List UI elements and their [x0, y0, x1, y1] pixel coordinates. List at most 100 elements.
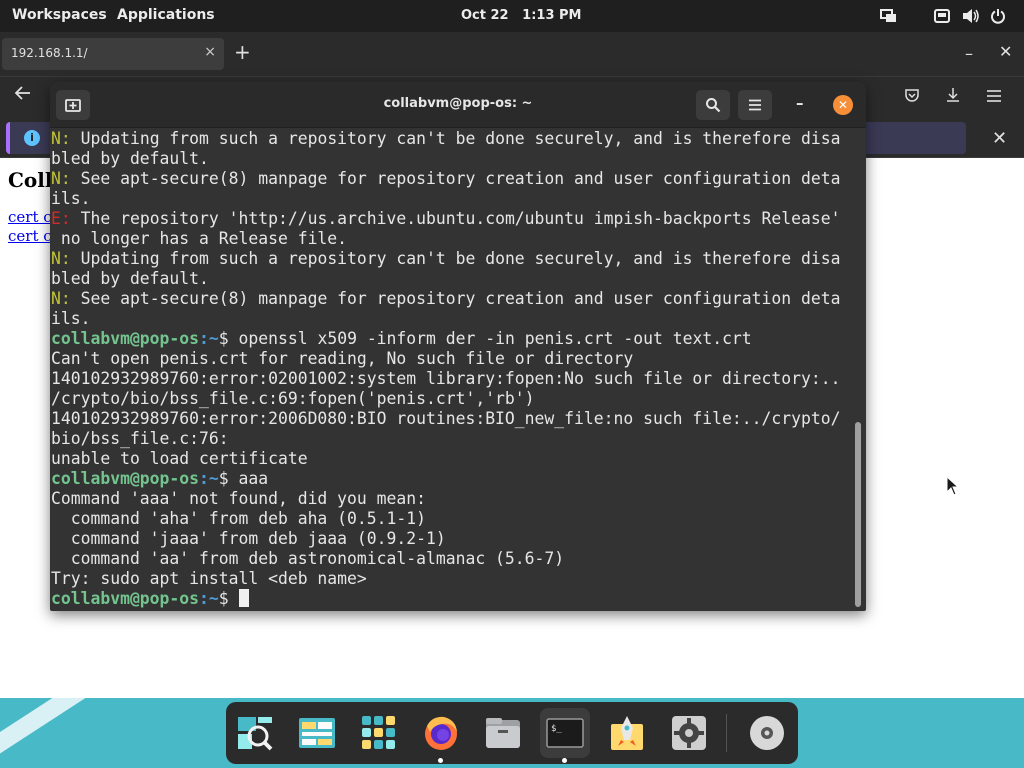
- line-text: unable to load certificate: [51, 449, 308, 468]
- display-icon[interactable]: [880, 8, 896, 24]
- text-cursor: [238, 589, 249, 607]
- cert-link-1[interactable]: cert c: [8, 208, 52, 226]
- search-icon[interactable]: [696, 90, 730, 120]
- line-text: 140102932989760:error:02001002:system li…: [51, 369, 841, 388]
- terminal-line: bled by default.: [51, 269, 851, 289]
- line-text: bled by default.: [51, 149, 209, 168]
- terminal-line: bio/bss_file.c:76:: [51, 429, 851, 449]
- cert-link-2[interactable]: cert c: [8, 227, 52, 245]
- svg-text:$_: $_: [551, 724, 562, 734]
- line-prefix: N:: [51, 169, 71, 188]
- line-text: bled by default.: [51, 269, 209, 288]
- line-text: See apt-secure(8) manpage for repository…: [70, 289, 841, 308]
- toolbar-icons: [894, 87, 1012, 107]
- line-text: ils.: [51, 309, 91, 328]
- files-app-icon[interactable]: [292, 708, 342, 758]
- date-label: Oct 22: [461, 8, 509, 23]
- terminal-window[interactable]: collabvm@pop-os: ~ – ✕ N: Updating from …: [50, 82, 866, 611]
- terminal-line: unable to load certificate: [51, 449, 851, 469]
- minimize-icon[interactable]: –: [796, 94, 804, 112]
- info-icon: i: [24, 130, 40, 146]
- disc-icon[interactable]: [742, 708, 792, 758]
- clock[interactable]: Oct 22 1:13 PM: [461, 8, 582, 23]
- applications-button[interactable]: Applications: [117, 7, 215, 23]
- mouse-pointer-icon: [946, 475, 960, 500]
- new-tab-button[interactable]: +: [234, 40, 251, 64]
- tab-title: 192.168.1.1/: [11, 46, 88, 60]
- line-text: Command 'aaa' not found, did you mean:: [51, 489, 426, 508]
- notification-close-icon[interactable]: ✕: [992, 128, 1007, 149]
- browser-close-button[interactable]: ✕: [999, 42, 1012, 61]
- tab-close-icon[interactable]: ×: [204, 44, 216, 60]
- terminal-line: collabvm@pop-os:~$: [51, 589, 851, 609]
- workspaces-button[interactable]: Workspaces: [12, 7, 107, 23]
- prompt-symbol: $: [218, 589, 239, 608]
- terminal-line: N: Updating from such a repository can't…: [51, 249, 851, 269]
- prompt-path: :~: [199, 589, 219, 608]
- line-text: Updating from such a repository can't be…: [70, 129, 841, 148]
- line-text: Try: sudo apt install <deb name>: [51, 569, 367, 588]
- prompt-path: :~: [199, 329, 219, 348]
- running-indicator: [562, 758, 567, 763]
- terminal-line: collabvm@pop-os:~$ aaa: [51, 469, 851, 489]
- command-text: aaa: [238, 469, 269, 488]
- dock: $_: [226, 702, 798, 764]
- terminal-line: N: Updating from such a repository can't…: [51, 129, 851, 149]
- firefox-icon[interactable]: [416, 708, 466, 763]
- line-prefix: N:: [51, 249, 71, 268]
- download-icon[interactable]: [935, 87, 971, 107]
- line-text: /crypto/bio/bss_file.c:69:fopen('penis.c…: [51, 389, 535, 408]
- terminal-scrollbar[interactable]: [855, 422, 861, 607]
- terminal-line: N: See apt-secure(8) manpage for reposit…: [51, 289, 851, 309]
- line-prefix: E:: [51, 209, 71, 228]
- terminal-line: Try: sudo apt install <deb name>: [51, 569, 851, 589]
- line-text: The repository 'http://us.archive.ubuntu…: [70, 209, 841, 228]
- terminal-header-bar[interactable]: collabvm@pop-os: ~ – ✕: [50, 82, 866, 128]
- back-arrow-icon[interactable]: [14, 85, 32, 106]
- terminal-output[interactable]: N: Updating from such a repository can't…: [51, 129, 851, 609]
- line-text: bio/bss_file.c:76:: [51, 429, 229, 448]
- volume-icon[interactable]: [962, 8, 979, 24]
- settings-icon[interactable]: [664, 708, 714, 758]
- prompt-path: :~: [199, 469, 219, 488]
- hamburger-menu-icon[interactable]: [738, 90, 772, 120]
- page-heading: Coll: [8, 168, 53, 192]
- power-icon[interactable]: [990, 8, 1006, 24]
- terminal-line: command 'jaaa' from deb jaaa (0.9.2-1): [51, 529, 851, 549]
- browser-tab[interactable]: 192.168.1.1/ ×: [2, 38, 224, 70]
- menu-icon[interactable]: [976, 89, 1012, 107]
- terminal-line: /crypto/bio/bss_file.c:69:fopen('penis.c…: [51, 389, 851, 409]
- terminal-line: E: The repository 'http://us.archive.ubu…: [51, 209, 851, 229]
- file-manager-icon[interactable]: [478, 708, 528, 758]
- terminal-line: command 'aha' from deb aha (0.5.1-1): [51, 509, 851, 529]
- terminal-line: command 'aa' from deb astronomical-alman…: [51, 549, 851, 569]
- prompt-user: collabvm@pop-os: [51, 329, 200, 348]
- line-text: command 'aa' from deb astronomical-alman…: [51, 549, 565, 568]
- network-icon[interactable]: [934, 8, 950, 24]
- terminal-line: Can't open penis.crt for reading, No suc…: [51, 349, 851, 369]
- search-app-icon[interactable]: [230, 708, 280, 758]
- terminal-line: collabvm@pop-os:~$ openssl x509 -inform …: [51, 329, 851, 349]
- line-text: Updating from such a repository can't be…: [70, 249, 841, 268]
- prompt-user: collabvm@pop-os: [51, 589, 200, 608]
- line-text: ils.: [51, 189, 91, 208]
- pocket-icon[interactable]: [894, 87, 930, 107]
- terminal-line: 140102932989760:error:2006D080:BIO routi…: [51, 409, 851, 429]
- terminal-icon[interactable]: $_: [540, 708, 590, 763]
- app-grid-icon[interactable]: [354, 708, 404, 758]
- terminal-line: ils.: [51, 309, 851, 329]
- browser-minimize-button[interactable]: –: [965, 44, 973, 63]
- line-text: Can't open penis.crt for reading, No suc…: [51, 349, 634, 368]
- terminal-line: bled by default.: [51, 149, 851, 169]
- running-indicator: [438, 758, 443, 763]
- prompt-user: collabvm@pop-os: [51, 469, 200, 488]
- prompt-symbol: $: [218, 329, 239, 348]
- pop-shop-icon[interactable]: [602, 708, 652, 758]
- time-label: 1:13 PM: [522, 8, 582, 23]
- line-text: command 'jaaa' from deb jaaa (0.9.2-1): [51, 529, 446, 548]
- dock-separator: [726, 714, 727, 752]
- line-text: 140102932989760:error:2006D080:BIO routi…: [51, 409, 841, 428]
- prompt-symbol: $: [218, 469, 239, 488]
- terminal-line: ils.: [51, 189, 851, 209]
- close-icon[interactable]: ✕: [833, 95, 853, 115]
